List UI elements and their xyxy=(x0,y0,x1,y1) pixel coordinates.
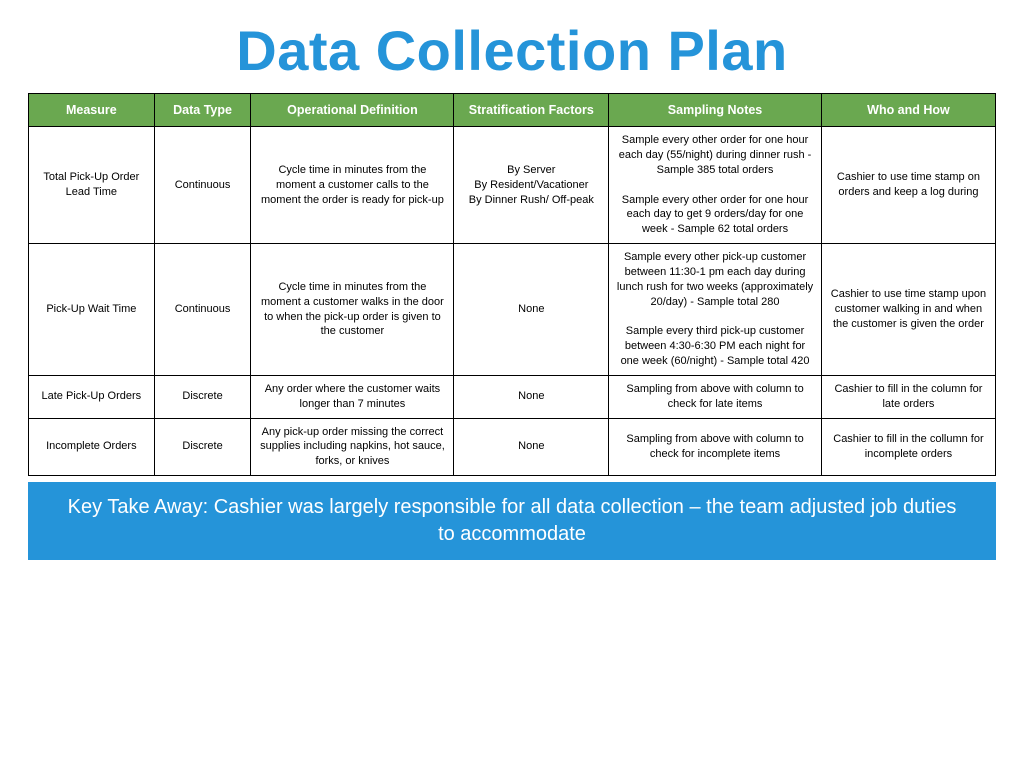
cell-measure: Incomplete Orders xyxy=(29,418,155,476)
cell-who: Cashier to use time stamp on orders and … xyxy=(821,127,995,244)
cell-strat: None xyxy=(454,375,609,418)
cell-sampling: Sampling from above with column to check… xyxy=(609,375,822,418)
table-row: Late Pick-Up Orders Discrete Any order w… xyxy=(29,375,996,418)
cell-datatype: Discrete xyxy=(154,418,251,476)
col-header-measure: Measure xyxy=(29,94,155,127)
cell-who: Cashier to use time stamp upon customer … xyxy=(821,244,995,376)
cell-datatype: Discrete xyxy=(154,375,251,418)
cell-measure: Total Pick-Up Order Lead Time xyxy=(29,127,155,244)
col-header-datatype: Data Type xyxy=(154,94,251,127)
cell-opdef: Cycle time in minutes from the moment a … xyxy=(251,127,454,244)
cell-strat: By Server By Resident/Vacationer By Dinn… xyxy=(454,127,609,244)
cell-strat: None xyxy=(454,418,609,476)
cell-opdef: Cycle time in minutes from the moment a … xyxy=(251,244,454,376)
cell-sampling: Sample every other order for one hour ea… xyxy=(609,127,822,244)
cell-sampling: Sample every other pick-up customer betw… xyxy=(609,244,822,376)
table-row: Total Pick-Up Order Lead Time Continuous… xyxy=(29,127,996,244)
cell-sampling: Sampling from above with column to check… xyxy=(609,418,822,476)
cell-datatype: Continuous xyxy=(154,127,251,244)
col-header-opdef: Operational Definition xyxy=(251,94,454,127)
data-collection-table: Measure Data Type Operational Definition… xyxy=(28,93,996,476)
key-takeaway-callout: Key Take Away: Cashier was largely respo… xyxy=(28,482,996,560)
cell-opdef: Any order where the customer waits longe… xyxy=(251,375,454,418)
table-header-row: Measure Data Type Operational Definition… xyxy=(29,94,996,127)
col-header-strat: Stratification Factors xyxy=(454,94,609,127)
cell-strat: None xyxy=(454,244,609,376)
cell-who: Cashier to fill in the column for late o… xyxy=(821,375,995,418)
col-header-who: Who and How xyxy=(821,94,995,127)
table-row: Incomplete Orders Discrete Any pick-up o… xyxy=(29,418,996,476)
cell-datatype: Continuous xyxy=(154,244,251,376)
cell-measure: Pick-Up Wait Time xyxy=(29,244,155,376)
cell-measure: Late Pick-Up Orders xyxy=(29,375,155,418)
slide: Data Collection Plan Measure Data Type O… xyxy=(0,0,1024,580)
table-row: Pick-Up Wait Time Continuous Cycle time … xyxy=(29,244,996,376)
cell-opdef: Any pick-up order missing the correct su… xyxy=(251,418,454,476)
cell-who: Cashier to fill in the collumn for incom… xyxy=(821,418,995,476)
col-header-sampling: Sampling Notes xyxy=(609,94,822,127)
slide-title: Data Collection Plan xyxy=(28,18,996,83)
